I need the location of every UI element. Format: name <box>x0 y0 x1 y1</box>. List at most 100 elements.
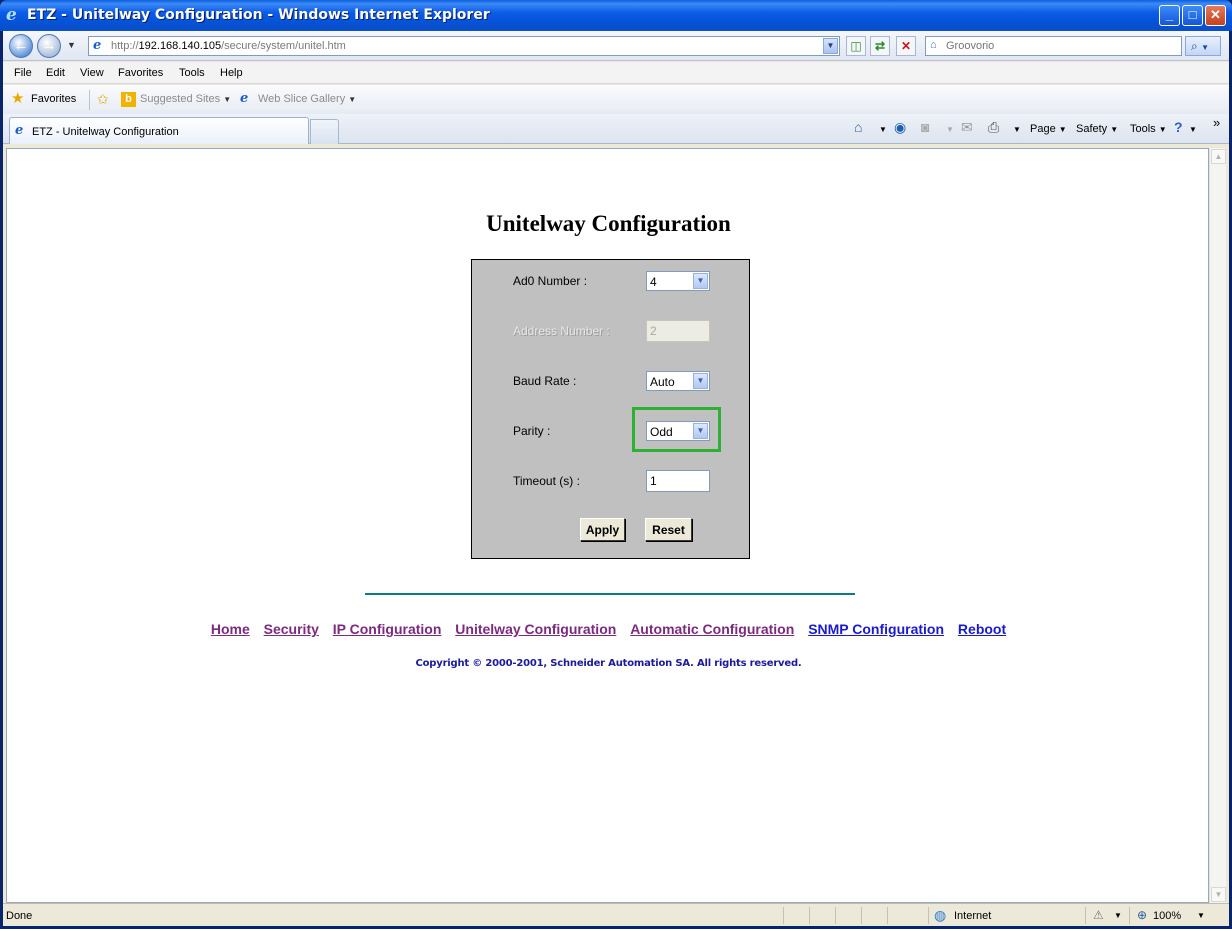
window-title-bar[interactable]: e ETZ - Unitelway Configuration - Window… <box>0 0 1232 31</box>
menu-file[interactable]: File <box>14 67 32 79</box>
arrow-right-icon: → <box>41 37 57 54</box>
home-icon[interactable]: ⌂ <box>854 119 862 135</box>
protected-mode-icon[interactable]: ⚠ <box>1093 908 1104 922</box>
apply-button[interactable]: Apply <box>580 518 625 541</box>
address-bar[interactable]: e http://192.168.140.105/secure/system/u… <box>88 36 840 56</box>
address-dropdown-icon[interactable]: ▼ <box>823 38 838 54</box>
menu-view[interactable]: View <box>80 67 104 79</box>
address-number-input <box>646 320 710 342</box>
link-unitelway-configuration[interactable]: Unitelway Configuration <box>455 621 616 637</box>
refresh-icon[interactable]: ⇄ <box>870 36 890 56</box>
status-text: Done <box>6 910 33 922</box>
tab-label: ETZ - Unitelway Configuration <box>32 126 179 138</box>
page-menu[interactable]: Page ▼ <box>1030 123 1067 135</box>
zoom-dropdown-icon[interactable]: ▼ <box>1197 911 1205 920</box>
window-title: ETZ - Unitelway Configuration - Windows … <box>27 7 490 23</box>
status-separator <box>887 907 888 924</box>
link-security[interactable]: Security <box>264 621 319 637</box>
link-home[interactable]: Home <box>211 621 250 637</box>
chevron-down-icon: ▼ <box>1158 125 1167 134</box>
status-separator <box>835 907 836 924</box>
feeds-icon[interactable]: ◙ <box>921 119 929 135</box>
minimize-button[interactable]: _ <box>1159 5 1180 26</box>
arrow-left-icon: ← <box>13 37 29 54</box>
new-tab-button[interactable] <box>310 119 339 144</box>
status-bar: Done ◍ Internet ⚠ ▼ ⊕ 100% ▼ <box>3 903 1229 926</box>
scroll-down-icon[interactable]: ▼ <box>1211 887 1226 902</box>
search-box[interactable]: ⌂ <box>925 36 1182 56</box>
scroll-up-icon[interactable]: ▲ <box>1211 149 1226 164</box>
menu-favorites[interactable]: Favorites <box>118 67 163 79</box>
favorites-button[interactable]: Favorites <box>31 93 76 105</box>
link-reboot[interactable]: Reboot <box>958 621 1006 637</box>
help-dropdown-icon[interactable]: ▼ <box>1189 125 1197 134</box>
search-input[interactable] <box>946 40 1166 52</box>
close-window-button[interactable]: ✕ <box>1205 5 1226 26</box>
security-zone: Internet <box>954 910 992 922</box>
config-form: Ad0 Number : 4 ▼ Address Number : Baud R… <box>471 259 750 559</box>
forward-button[interactable]: → <box>37 34 61 58</box>
link-automatic-configuration[interactable]: Automatic Configuration <box>630 621 794 637</box>
menu-edit[interactable]: Edit <box>46 67 65 79</box>
print-icon[interactable]: ⎙ <box>988 119 999 135</box>
search-options-icon[interactable]: ▼ <box>1201 43 1209 52</box>
menu-tools[interactable]: Tools <box>179 67 205 79</box>
globe-icon: ◍ <box>934 907 947 923</box>
menu-help[interactable]: Help <box>220 67 243 79</box>
vertical-scrollbar[interactable]: ▲ ▼ <box>1209 148 1226 903</box>
chevron-down-icon: ▼ <box>348 95 357 104</box>
tools-menu[interactable]: Tools ▼ <box>1130 123 1167 135</box>
safety-menu[interactable]: Safety ▼ <box>1076 123 1118 135</box>
page-title: Unitelway Configuration <box>486 211 731 236</box>
horizontal-divider <box>365 593 855 595</box>
menu-bar: File Edit View Favorites Tools Help <box>3 62 1229 84</box>
chevron-down-icon[interactable]: ▼ <box>693 373 708 389</box>
tab-etz-unitelway[interactable]: e ETZ - Unitelway Configuration <box>9 117 309 144</box>
add-to-favorites-icon[interactable]: ✩ <box>97 91 109 108</box>
chevron-down-icon[interactable]: ▼ <box>693 273 708 289</box>
ie-logo-icon: e <box>6 5 17 25</box>
recent-pages-dropdown-icon[interactable]: ▼ <box>67 40 76 50</box>
compatibility-view-icon[interactable]: ◫ <box>846 36 866 56</box>
status-separator <box>1085 907 1086 924</box>
home-dropdown-icon[interactable]: ▼ <box>879 125 887 134</box>
search-button[interactable]: ⌕ ▼ <box>1185 36 1221 56</box>
status-separator <box>928 907 929 924</box>
ad0-number-select[interactable]: 4 ▼ <box>646 271 710 291</box>
address-text[interactable]: http://192.168.140.105/secure/system/uni… <box>111 40 346 52</box>
print-dropdown-icon[interactable]: ▼ <box>1013 125 1021 134</box>
status-separator <box>783 907 784 924</box>
web-slice-gallery-link[interactable]: Web Slice Gallery ▼ <box>258 93 356 105</box>
reset-button[interactable]: Reset <box>645 518 692 541</box>
page-content: Unitelway Configuration Ad0 Number : 4 ▼… <box>6 148 1209 903</box>
favorites-star-icon[interactable]: ★ <box>11 91 24 106</box>
search-provider-icon: ⌂ <box>930 39 937 51</box>
help-icon[interactable]: ? <box>1174 119 1183 135</box>
timeout-input[interactable] <box>646 470 710 492</box>
suggested-sites-link[interactable]: Suggested Sites ▼ <box>140 93 231 105</box>
page-icon: e <box>93 38 102 53</box>
back-button[interactable]: ← <box>9 34 33 58</box>
footer-navigation: Home Security IP Configuration Unitelway… <box>7 621 1210 637</box>
address-toolbar: ← → ▼ e http://192.168.140.105/secure/sy… <box>3 31 1229 61</box>
link-ip-configuration[interactable]: IP Configuration <box>333 621 442 637</box>
browser-frame: ← → ▼ e http://192.168.140.105/secure/sy… <box>3 31 1229 926</box>
chevron-down-icon[interactable]: ▼ <box>1114 911 1122 920</box>
chevron-down-icon[interactable]: ▼ <box>693 423 708 439</box>
favorites-bar: ★ Favorites ✩ b Suggested Sites ▼ e Web … <box>3 85 1229 114</box>
zoom-level[interactable]: 100% <box>1153 910 1181 922</box>
parity-select[interactable]: Odd ▼ <box>646 421 710 441</box>
read-mail-icon[interactable]: ✉ <box>961 119 973 135</box>
baud-rate-select[interactable]: Auto ▼ <box>646 371 710 391</box>
maximize-button[interactable]: □ <box>1182 5 1203 26</box>
more-commands-icon[interactable]: » <box>1213 115 1220 130</box>
stop-icon[interactable]: ✕ <box>896 36 916 56</box>
chevron-down-icon: ▼ <box>223 95 232 104</box>
parity-label: Parity : <box>513 424 551 438</box>
feeds-dropdown-icon[interactable]: ▼ <box>946 125 954 134</box>
link-snmp-configuration[interactable]: SNMP Configuration <box>808 621 944 637</box>
web-slice-icon[interactable]: ◉ <box>894 119 906 135</box>
zoom-icon[interactable]: ⊕ <box>1137 908 1147 922</box>
status-separator <box>1129 907 1130 924</box>
favorites-separator <box>89 90 90 110</box>
